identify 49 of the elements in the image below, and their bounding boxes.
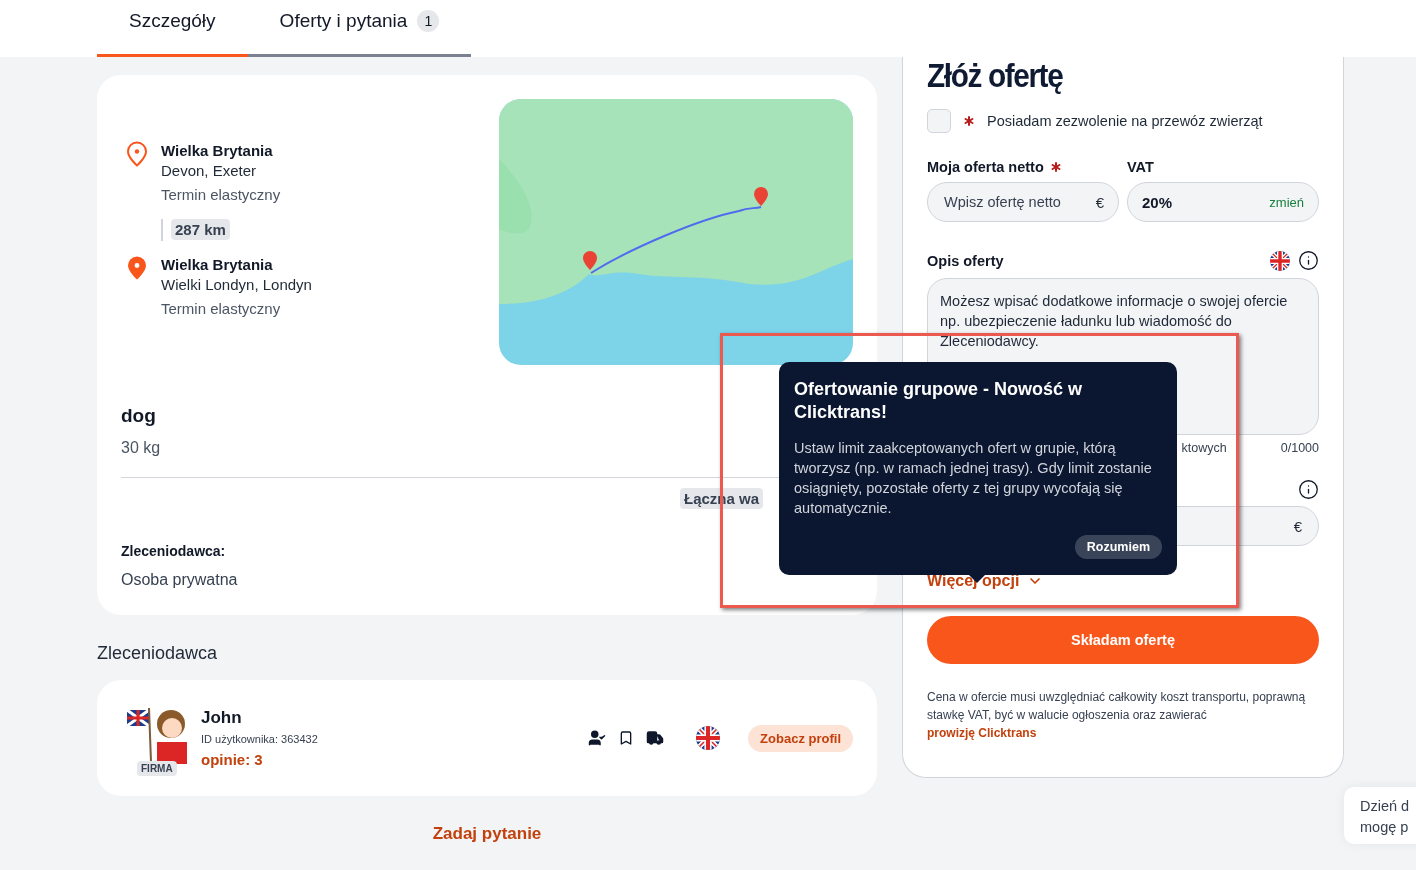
vat-field[interactable]: 20% zmień	[1127, 182, 1319, 222]
section-heading: Zleceniodawca	[97, 643, 219, 664]
tab[interactable]: Szczegóły	[97, 0, 248, 57]
tooltip-body: Ustaw limit zaakceptowanych ofert w grupie, którą tworzysz (np. w ramach jednej trasy). Gdy limit zostanie osiągnięty, pozostałe oferty z tej grupy wycofają się automatycznie.	[794, 439, 1153, 518]
user-check-icon	[588, 729, 607, 747]
ask-question-link[interactable]: Zadaj pytanie	[432, 824, 542, 844]
uk-flag-icon	[1270, 250, 1290, 271]
count-badge: 1	[417, 10, 440, 32]
permit-label: Posiadam zezwolenie na przewóz zwierząt	[987, 113, 1263, 129]
chat-text: Dzień d	[1360, 797, 1411, 816]
net-offer-input[interactable]: Wpisz ofertę netto	[942, 193, 1082, 211]
client-type-label: Zleceniodawca:	[121, 543, 227, 559]
char-counter: 0/1000	[1280, 441, 1319, 455]
stop-date: Termin elastyczny	[161, 185, 281, 205]
hint-text: ktowych	[1181, 441, 1227, 455]
change-link[interactable]: zmień	[1269, 194, 1304, 210]
user-id: ID użytkownika: 363432	[201, 733, 319, 745]
submit-offer-button[interactable]: Składam ofertę	[927, 616, 1319, 664]
reviews-link[interactable]: opinie: 3	[201, 751, 581, 768]
tab[interactable]: Oferty i pytania 1	[247, 0, 472, 57]
field-label: Moja oferta netto	[927, 159, 1044, 175]
chat-bubble[interactable]: Dzień d mogę p	[1344, 787, 1416, 844]
permit-checkbox[interactable]	[927, 109, 951, 133]
commission-link[interactable]: prowizję Clicktrans	[927, 726, 1037, 740]
panel-title: Złóż ofertę	[927, 57, 1064, 95]
stop-place: Wielki Londyn, Londyn	[161, 275, 312, 295]
distance-badge: 287 km	[171, 219, 230, 240]
cargo-name: dog	[121, 405, 156, 427]
chat-text: mogę p	[1360, 818, 1410, 837]
location-pin-icon	[125, 141, 149, 167]
stop-place: Devon, Exeter	[161, 161, 258, 181]
price-note: Cena w ofercie musi uwzględniać całkowity koszt transportu, poprawną stawkę VAT, być w walucie ogłoszenia oraz zawierać prowizję Clicktrans	[927, 689, 1307, 742]
stop-country: Wielka Brytania	[161, 141, 274, 161]
stop-date: Termin elastyczny	[161, 299, 282, 319]
company-badge: FIRMA	[137, 761, 177, 776]
stop-country: Wielka Brytania	[161, 255, 274, 275]
location-pin-icon	[125, 255, 149, 281]
view-profile-button[interactable]: Zobacz profil	[748, 724, 853, 752]
field-label: Opis oferty	[927, 252, 1004, 269]
info-icon[interactable]	[1298, 250, 1319, 271]
cargo-weight: 30 kg	[121, 439, 161, 457]
net-offer-field[interactable]: Wpisz ofertę netto €	[927, 182, 1119, 222]
uk-flag-icon	[696, 726, 721, 750]
client-name: John	[201, 708, 243, 728]
dismiss-button[interactable]: Rozumiem	[1074, 535, 1162, 559]
client-type-value: Osoba prywatna	[121, 571, 239, 589]
field-label: VAT	[1127, 159, 1154, 175]
truck-icon	[646, 729, 665, 747]
info-icon[interactable]	[1298, 479, 1319, 500]
